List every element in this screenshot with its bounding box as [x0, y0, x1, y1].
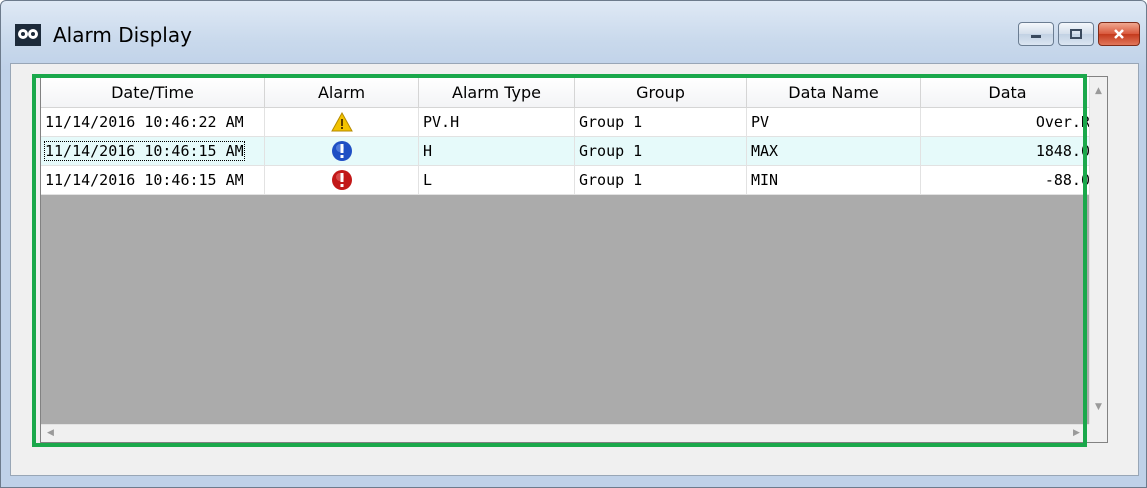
scrollbar-corner: [1089, 424, 1107, 442]
cell-alarm-type: L: [418, 165, 575, 195]
warning-icon: [330, 111, 353, 132]
error-icon: [331, 170, 352, 190]
cell-alarm: [264, 136, 419, 166]
title-bar[interactable]: Alarm Display: [1, 1, 1146, 63]
maximize-button[interactable]: [1058, 22, 1094, 46]
table-row[interactable]: 11/14/2016 10:46:22 AM PV.H Group 1 PV O…: [41, 107, 1095, 137]
column-header-alarm[interactable]: Alarm: [264, 77, 419, 108]
table-row[interactable]: 11/14/2016 10:46:15 AM L Group 1 MIN -88…: [41, 165, 1095, 195]
cell-group: Group 1: [574, 165, 747, 195]
close-button[interactable]: [1098, 22, 1140, 46]
cell-datetime-text: 11/14/2016 10:46:15 AM: [44, 141, 245, 161]
cell-datetime: 11/14/2016 10:46:22 AM: [41, 107, 265, 137]
cell-group: Group 1: [574, 136, 747, 166]
cell-alarm: [264, 165, 419, 195]
info-icon: [331, 141, 352, 161]
scroll-left-icon[interactable]: ◀: [47, 429, 54, 438]
cell-group: Group 1: [574, 107, 747, 137]
cell-alarm: [264, 107, 419, 137]
alarm-table: Date/Time Alarm Alarm Type Group Data Na…: [41, 77, 1095, 195]
window-title: Alarm Display: [53, 23, 192, 47]
cell-alarm-type: PV.H: [418, 107, 575, 137]
close-icon: [1114, 29, 1124, 39]
client-area: Date/Time Alarm Alarm Type Group Data Na…: [10, 63, 1139, 476]
vertical-scrollbar[interactable]: ▲ ▼: [1089, 77, 1107, 424]
minimize-button[interactable]: [1018, 22, 1054, 46]
column-header-data-name[interactable]: Data Name: [746, 77, 921, 108]
column-header-group[interactable]: Group: [574, 77, 747, 108]
horizontal-scrollbar[interactable]: ◀ ▶: [41, 424, 1089, 442]
cell-datetime: 11/14/2016 10:46:15 AM: [41, 136, 265, 166]
table-row[interactable]: 11/14/2016 10:46:15 AM H Group 1 MAX 184…: [41, 136, 1095, 166]
column-header-datetime[interactable]: Date/Time: [41, 77, 265, 108]
column-header-alarm-type[interactable]: Alarm Type: [418, 77, 575, 108]
cell-data-name: MAX: [746, 136, 921, 166]
cell-datetime: 11/14/2016 10:46:15 AM: [41, 165, 265, 195]
cell-alarm-type: H: [418, 136, 575, 166]
scroll-down-icon[interactable]: ▼: [1095, 403, 1102, 412]
column-header-data[interactable]: Data: [920, 77, 1095, 108]
alarm-grid[interactable]: Date/Time Alarm Alarm Type Group Data Na…: [40, 76, 1108, 443]
header-row: Date/Time Alarm Alarm Type Group Data Na…: [41, 77, 1095, 108]
scroll-up-icon[interactable]: ▲: [1095, 87, 1102, 96]
cell-data-name: PV: [746, 107, 921, 137]
app-icon: [15, 24, 41, 46]
cell-data: 1848.0: [920, 136, 1095, 166]
cell-data-name: MIN: [746, 165, 921, 195]
cell-data: Over.R: [920, 107, 1095, 137]
cell-data: -88.0: [920, 165, 1095, 195]
minimize-icon: [1031, 35, 1041, 38]
scroll-right-icon[interactable]: ▶: [1073, 429, 1080, 438]
restore-icon: [1070, 29, 1082, 39]
alarm-display-window: Alarm Display Date/Time Alarm Alarm Type: [0, 0, 1147, 488]
